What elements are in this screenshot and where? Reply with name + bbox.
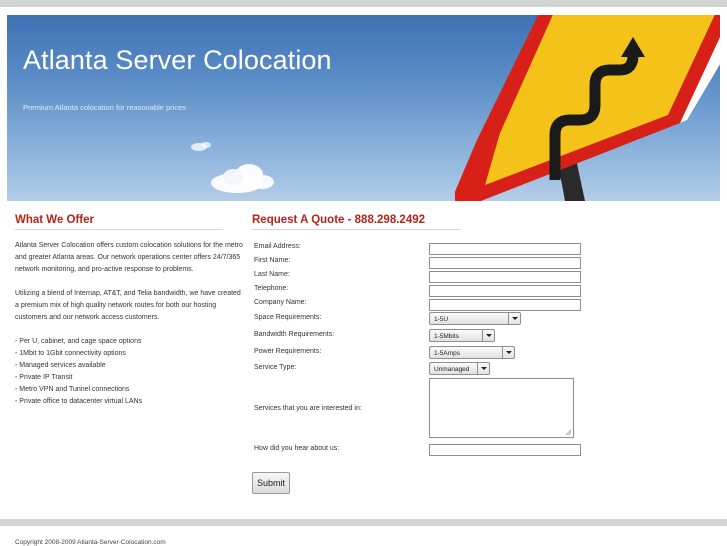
site-title: Atlanta Server Colocation: [23, 45, 332, 75]
chevron-down-icon: [506, 351, 512, 354]
first-name-label: First Name:: [254, 257, 291, 264]
offer-list: - Per U, cabinet, and cage space options…: [15, 336, 245, 408]
list-item: - Metro VPN and Tunnel connections: [15, 386, 130, 393]
bandwidth-label: Bandwidth Requirements:: [254, 331, 335, 338]
telephone-field[interactable]: [429, 285, 581, 297]
list-item: - Per U, cabinet, and cage space options: [15, 338, 142, 345]
hear-label: How did you hear about us:: [254, 445, 340, 452]
power-select[interactable]: 1-5Amps: [429, 346, 515, 359]
quote-divider: [252, 229, 460, 230]
warning-sign-icon: [455, 15, 720, 201]
email-field[interactable]: [429, 243, 581, 255]
company-field[interactable]: [429, 299, 581, 311]
list-item: - Private IP Transit: [15, 374, 73, 381]
chevron-down-icon: [486, 334, 492, 337]
top-bar: [0, 0, 727, 7]
first-name-field[interactable]: [429, 257, 581, 269]
cloud-graphic-large: [211, 164, 274, 193]
bandwidth-select[interactable]: 1-5Mbits: [429, 329, 495, 342]
offer-paragraph: Atlanta Server Colocation offers custom …: [15, 242, 243, 273]
service-type-label: Service Type:: [254, 364, 297, 371]
space-label: Space Requirements:: [254, 314, 322, 321]
dropdown-arrow: [477, 363, 489, 374]
offer-heading: What We Offer: [15, 214, 95, 226]
submit-button[interactable]: Submit: [252, 472, 290, 494]
service-type-select[interactable]: Unmanaged: [429, 362, 490, 375]
service-type-select-value: Unmanaged: [434, 366, 470, 373]
bandwidth-select-value: 1-5Mbits: [434, 333, 459, 340]
email-label: Email Address:: [254, 243, 301, 250]
services-textarea[interactable]: [429, 378, 574, 438]
header-banner: Atlanta Server Colocation Premium Atlant…: [7, 15, 720, 201]
last-name-field[interactable]: [429, 271, 581, 283]
site-tagline: Premium Atlanta colocation for reasonabl…: [23, 103, 187, 112]
last-name-label: Last Name:: [254, 271, 290, 278]
dropdown-arrow: [508, 313, 520, 324]
offer-content: Atlanta Server Colocation offers custom …: [15, 240, 245, 408]
dropdown-arrow: [482, 330, 494, 341]
hear-about-field[interactable]: [429, 444, 581, 456]
quote-heading: Request A Quote - 888.298.2492: [252, 214, 425, 226]
chevron-down-icon: [481, 367, 487, 370]
services-label: Services that you are interested in:: [254, 405, 362, 412]
telephone-label: Telephone:: [254, 285, 289, 292]
resize-grip-icon[interactable]: [565, 429, 572, 436]
list-item: - 1Mbit to 1Gbit connectivity options: [15, 350, 126, 357]
chevron-down-icon: [512, 317, 518, 320]
power-select-value: 1-5Amps: [434, 350, 461, 357]
list-item: - Managed services available: [15, 362, 106, 369]
space-select-value: 1-5U: [434, 316, 449, 323]
power-label: Power Requirements:: [254, 348, 322, 355]
footer-bar: [0, 519, 727, 526]
list-item: - Private office to datacenter virtual L…: [15, 398, 143, 405]
offer-divider: [15, 229, 223, 230]
space-select[interactable]: 1-5U: [429, 312, 521, 325]
offer-paragraph: Utilizing a blend of Internap, AT&T, and…: [15, 290, 241, 321]
dropdown-arrow: [502, 347, 514, 358]
company-label: Company Name:: [254, 299, 307, 306]
